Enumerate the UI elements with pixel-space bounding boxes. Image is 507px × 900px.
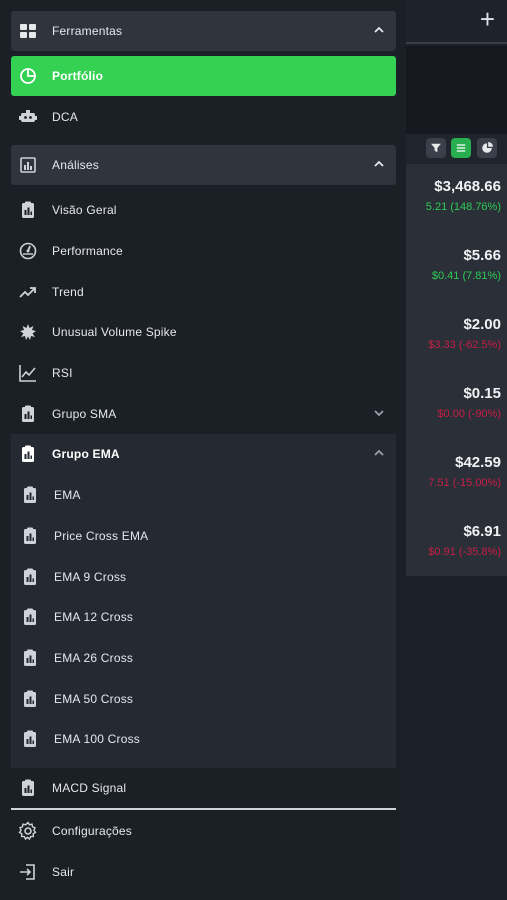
menu-item-label: RSI: [52, 366, 73, 380]
trending-up-icon: [18, 282, 38, 302]
clipboard-chart-icon: [18, 778, 38, 798]
menu-item-dca[interactable]: DCA: [11, 97, 396, 137]
menu-item-rsi[interactable]: RSI: [11, 353, 396, 393]
section-header-ferramentas[interactable]: Ferramentas: [11, 11, 396, 51]
section-label: Ferramentas: [52, 24, 123, 38]
asset-row[interactable]: $3,468.66 5.21 (148.76%): [406, 178, 501, 213]
menu-item-label: Trend: [52, 285, 84, 299]
chevron-up-icon[interactable]: [372, 446, 386, 460]
menu-item-label: EMA 26 Cross: [54, 651, 134, 665]
asset-row[interactable]: $6.91 $0.91 (-35.8%): [406, 523, 501, 558]
asset-change: $3.33 (-62.5%): [428, 339, 501, 351]
background-hero: [406, 46, 507, 134]
clipboard-chart-icon: [20, 607, 40, 627]
menu-item-label: Performance: [52, 244, 123, 258]
submenu-item-ema-12-cross[interactable]: EMA 12 Cross: [11, 597, 396, 637]
submenu-item-ema-26-cross[interactable]: EMA 26 Cross: [11, 638, 396, 678]
navigation-drawer: Ferramentas Portfólio DCA Análises Visão…: [0, 0, 406, 900]
chevron-up-icon[interactable]: [372, 23, 386, 37]
asset-change: $0.91 (-35.8%): [428, 546, 501, 558]
asset-price: $0.15: [463, 385, 501, 402]
asset-row[interactable]: $42.59 7.51 (-15.00%): [406, 454, 501, 489]
menu-item-label: Price Cross EMA: [54, 529, 149, 543]
menu-item-label: Visão Geral: [52, 203, 117, 217]
clipboard-chart-icon: [20, 689, 40, 709]
clipboard-chart-icon: [20, 485, 40, 505]
spike-icon: [18, 322, 38, 342]
clipboard-chart-icon: [20, 567, 40, 587]
robot-icon: [18, 107, 38, 127]
menu-item-label: Grupo EMA: [52, 447, 120, 461]
asset-change: 7.51 (-15.00%): [428, 477, 501, 489]
plus-icon[interactable]: +: [480, 6, 495, 32]
submenu-item-ema-50-cross[interactable]: EMA 50 Cross: [11, 679, 396, 719]
menu-item-label: EMA 100 Cross: [54, 732, 140, 746]
menu-item-trend[interactable]: Trend: [11, 272, 396, 312]
menu-item-label: MACD Signal: [52, 781, 127, 795]
logout-icon: [18, 862, 38, 882]
section-header-analises[interactable]: Análises: [11, 145, 396, 185]
menu-item-label: EMA 50 Cross: [54, 692, 134, 706]
submenu-item-ema[interactable]: EMA: [11, 475, 396, 515]
menu-item-label: Unusual Volume Spike: [52, 325, 177, 339]
submenu-item-ema-9-cross[interactable]: EMA 9 Cross: [11, 557, 396, 597]
asset-row[interactable]: $0.15 $0.00 (-90%): [406, 385, 501, 420]
section-label: Análises: [52, 158, 99, 172]
menu-item-label: Portfólio: [52, 69, 104, 83]
menu-item-label: Sair: [52, 865, 75, 879]
submenu-item-ema-100-cross[interactable]: EMA 100 Cross: [11, 719, 396, 759]
clipboard-chart-icon: [20, 648, 40, 668]
asset-change: $0.00 (-90%): [437, 408, 501, 420]
line-chart-icon: [18, 363, 38, 383]
pie-chart-icon: [18, 66, 38, 86]
clipboard-chart-icon: [18, 404, 38, 424]
analytics-icon: [18, 155, 38, 175]
clipboard-chart-icon: [20, 526, 40, 546]
menu-item-label: Grupo SMA: [52, 407, 117, 421]
menu-item-label: EMA 12 Cross: [54, 610, 134, 624]
clipboard-chart-icon: [20, 729, 40, 749]
clipboard-chart-icon: [18, 444, 38, 464]
menu-group-grupo-ema[interactable]: Grupo EMA: [11, 434, 396, 474]
asset-change: 5.21 (148.76%): [425, 201, 501, 213]
menu-item-visao-geral[interactable]: Visão Geral: [11, 190, 396, 230]
background-asset-list: [406, 164, 507, 576]
chevron-down-icon[interactable]: [372, 406, 386, 420]
asset-price: $3,468.66: [434, 178, 501, 195]
menu-item-label: EMA 9 Cross: [54, 570, 127, 584]
asset-row[interactable]: $2.00 $3.33 (-62.5%): [406, 316, 501, 351]
asset-row[interactable]: $5.66 $0.41 (7.81%): [406, 247, 501, 282]
menu-item-macd-signal[interactable]: MACD Signal: [11, 768, 396, 808]
menu-item-label: DCA: [52, 110, 78, 124]
asset-price: $5.66: [463, 247, 501, 264]
menu-item-portfolio[interactable]: Portfólio: [11, 56, 396, 96]
menu-item-label: EMA: [54, 488, 81, 502]
menu-item-grupo-sma[interactable]: Grupo SMA: [11, 394, 396, 434]
menu-item-label: Configurações: [52, 824, 132, 838]
chevron-up-icon[interactable]: [372, 157, 386, 171]
filter-icon[interactable]: [426, 138, 446, 158]
list-icon[interactable]: [451, 138, 471, 158]
gear-icon: [18, 821, 38, 841]
asset-price: $42.59: [455, 454, 501, 471]
submenu-item-price-cross-ema[interactable]: Price Cross EMA: [11, 516, 396, 556]
menu-item-configuracoes[interactable]: Configurações: [11, 811, 396, 851]
asset-price: $6.91: [463, 523, 501, 540]
asset-price: $2.00: [463, 316, 501, 333]
clipboard-chart-icon: [18, 200, 38, 220]
background-topbar: +: [406, 0, 507, 44]
pie-icon[interactable]: [477, 138, 497, 158]
menu-item-performance[interactable]: Performance: [11, 231, 396, 271]
menu-item-unusual-volume-spike[interactable]: Unusual Volume Spike: [11, 312, 396, 352]
menu-item-sair[interactable]: Sair: [11, 852, 396, 892]
dashboard-icon: [18, 21, 38, 41]
speedometer-icon: [18, 241, 38, 261]
menu-divider: [11, 808, 396, 810]
asset-change: $0.41 (7.81%): [431, 270, 501, 282]
